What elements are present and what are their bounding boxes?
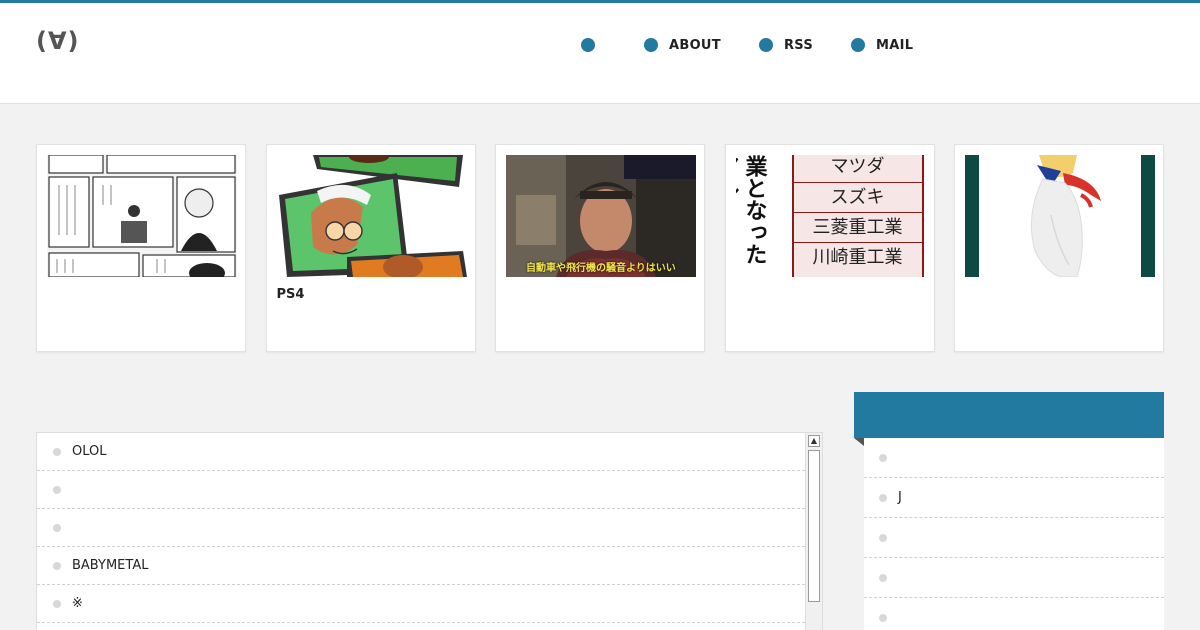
cartoon-illustration bbox=[276, 155, 467, 277]
sidebar-item[interactable] bbox=[864, 438, 1164, 478]
site-logo[interactable]: (∀) bbox=[36, 27, 80, 55]
card-thumbnail-manga bbox=[47, 155, 237, 277]
maker-table: マツダ スズキ 三菱重工業 川崎重工業 bbox=[791, 155, 924, 277]
sidebar-item[interactable] bbox=[864, 518, 1164, 558]
main-nav: ABOUT RSS MAIL bbox=[581, 36, 913, 54]
maker-cell: スズキ bbox=[793, 183, 922, 213]
tv-caption: 自動車や飛行機の騒音よりはいい bbox=[526, 263, 676, 274]
list-item-label: OLOL bbox=[72, 444, 107, 459]
nav-label: ABOUT bbox=[669, 37, 721, 53]
sidebar-title bbox=[854, 392, 1164, 420]
card-thumbnail-tv-news: 自動車や飛行機の騒音よりはいい bbox=[506, 155, 696, 277]
nav-label: RSS bbox=[783, 37, 814, 53]
sidebar-list: J bbox=[864, 438, 1164, 630]
scroll-up-arrow-icon[interactable]: ▲ bbox=[808, 435, 820, 447]
bullet-icon bbox=[53, 523, 61, 532]
bullet-icon bbox=[53, 485, 61, 494]
list-item[interactable]: ※ bbox=[37, 585, 805, 623]
maker-cell: 三菱重工業 bbox=[793, 213, 922, 243]
list-item[interactable]: BABYMETAL bbox=[37, 547, 805, 585]
bullet-icon bbox=[879, 453, 887, 462]
bullet-icon bbox=[879, 613, 887, 622]
site-header: (∀) ABOUT RSS MAIL bbox=[0, 0, 1200, 104]
bullet-icon bbox=[53, 561, 61, 570]
nav-label: MAIL bbox=[876, 37, 914, 53]
figure-illustration bbox=[965, 155, 1155, 277]
featured-card[interactable]: 自動車や飛行機の騒音よりはいい bbox=[495, 144, 705, 352]
nav-dot-icon bbox=[644, 38, 658, 52]
nav-dot-icon bbox=[581, 38, 595, 52]
ribbon-fold-icon bbox=[854, 438, 864, 446]
nav-item-rss[interactable]: RSS bbox=[758, 37, 814, 53]
list-item[interactable] bbox=[37, 509, 805, 547]
bullet-icon bbox=[53, 447, 61, 456]
maker-cell: 川崎重工業 bbox=[812, 247, 903, 268]
featured-cards: PS4 自動車や飛行機の騒音よりはいい 業となったアル マ bbox=[36, 144, 1164, 352]
bullet-icon bbox=[879, 573, 887, 582]
maker-cell: マツダ bbox=[793, 155, 922, 183]
scroll-thumb[interactable] bbox=[808, 450, 820, 602]
featured-card[interactable] bbox=[954, 144, 1164, 352]
nav-item-home[interactable] bbox=[581, 38, 606, 52]
card-title: PS4 bbox=[276, 287, 305, 302]
sidebar-item[interactable] bbox=[864, 558, 1164, 598]
sidebar-item[interactable] bbox=[864, 598, 1164, 630]
vertical-text: 業となったアル bbox=[736, 155, 767, 265]
card-thumbnail-makers: 業となったアル マツダ スズキ 三菱重工業 川崎重工業 bbox=[735, 155, 926, 277]
list-scrollbar[interactable]: ▲ bbox=[805, 433, 822, 630]
featured-card[interactable]: PS4 bbox=[265, 144, 476, 352]
sidebar-item-label: J bbox=[898, 490, 902, 505]
list-item[interactable] bbox=[37, 623, 805, 630]
list-item[interactable]: OLOL bbox=[37, 433, 805, 471]
manga-illustration bbox=[47, 155, 237, 277]
nav-item-mail[interactable]: MAIL bbox=[851, 38, 913, 53]
article-list: OLOL BABYMETAL ※ ▲ bbox=[36, 432, 823, 630]
bullet-icon bbox=[53, 599, 61, 608]
nav-dot-icon bbox=[758, 38, 773, 52]
card-thumbnail-cartoon bbox=[276, 155, 467, 277]
sidebar-item[interactable]: J bbox=[864, 478, 1164, 518]
list-item-label: BABYMETAL bbox=[72, 558, 149, 573]
card-thumbnail-figure bbox=[965, 155, 1155, 277]
nav-dot-icon bbox=[851, 38, 866, 52]
nav-item-about[interactable]: ABOUT bbox=[644, 38, 721, 53]
bullet-icon bbox=[879, 533, 887, 542]
list-item-label: ※ bbox=[72, 596, 83, 611]
list-item[interactable] bbox=[37, 471, 805, 509]
featured-card[interactable]: 業となったアル マツダ スズキ 三菱重工業 川崎重工業 bbox=[724, 144, 935, 352]
bullet-icon bbox=[879, 493, 887, 502]
sidebar-header bbox=[854, 392, 1164, 438]
featured-card[interactable] bbox=[36, 144, 246, 352]
